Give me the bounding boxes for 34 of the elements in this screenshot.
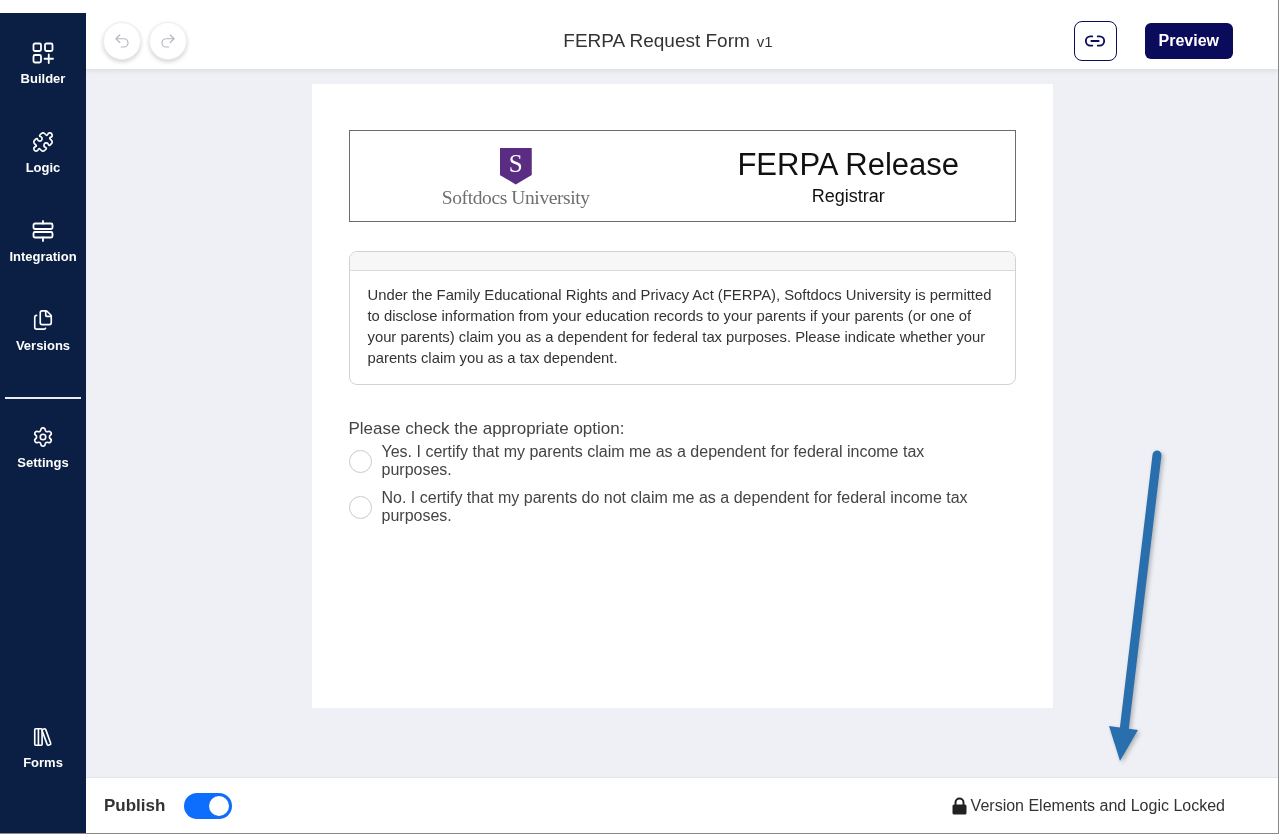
undo-button[interactable] xyxy=(103,22,141,60)
sidebar-item[interactable]: Builder xyxy=(0,42,86,131)
form-heading: FERPA Release xyxy=(737,145,960,184)
publish-toggle[interactable] xyxy=(184,792,233,819)
lock-status: Version Elements and Logic Locked xyxy=(970,796,1225,815)
radio-button[interactable] xyxy=(348,449,372,473)
redo-icon xyxy=(159,32,177,50)
undo-icon xyxy=(113,32,131,50)
redo-button[interactable] xyxy=(149,22,187,60)
version-label: v1 xyxy=(756,33,773,50)
radio-button[interactable] xyxy=(348,495,372,519)
question-label: Please check the appropriate option: xyxy=(348,419,626,439)
settings-icon xyxy=(32,426,54,448)
sidebar-item[interactable]: Integration xyxy=(0,220,86,309)
grid-plus-icon xyxy=(32,42,54,64)
option-label: No. I certify that my parents do not claim me as a dependent for federal income tax purposes. xyxy=(381,489,969,525)
notice-text: Under the Family Educational Rights and Privacy Act (FERPA), Softdocs University is permitted to disclose information from your education records to your parents if your parents (or one of your parents) claim you as a dependent for federal tax purposes. Please indicate whether your parents claim you as a tax dependent. xyxy=(366,286,993,368)
shield-logo: S xyxy=(499,147,532,185)
university-name: Softdocs University xyxy=(441,186,590,209)
sidebar-item[interactable]: Versions xyxy=(0,309,86,398)
form-subheading: Registrar xyxy=(811,185,885,207)
signpost-icon xyxy=(32,220,54,242)
option-label: Yes. I certify that my parents claim me as a dependent for federal income tax purposes. xyxy=(381,443,926,479)
form-title: FERPA Request Form xyxy=(563,30,750,52)
link-button[interactable] xyxy=(1073,21,1117,61)
books-icon xyxy=(32,726,54,748)
sidebar-item[interactable]: Settings xyxy=(0,426,86,515)
sidebar-item[interactable]: Logic xyxy=(0,131,86,220)
files-icon xyxy=(32,309,54,331)
publish-label: Publish xyxy=(104,795,166,816)
sidebar-item[interactable]: Forms xyxy=(0,726,86,815)
puzzle-icon xyxy=(32,131,54,153)
preview-button[interactable]: Preview xyxy=(1144,23,1233,59)
lock-icon xyxy=(951,796,967,815)
